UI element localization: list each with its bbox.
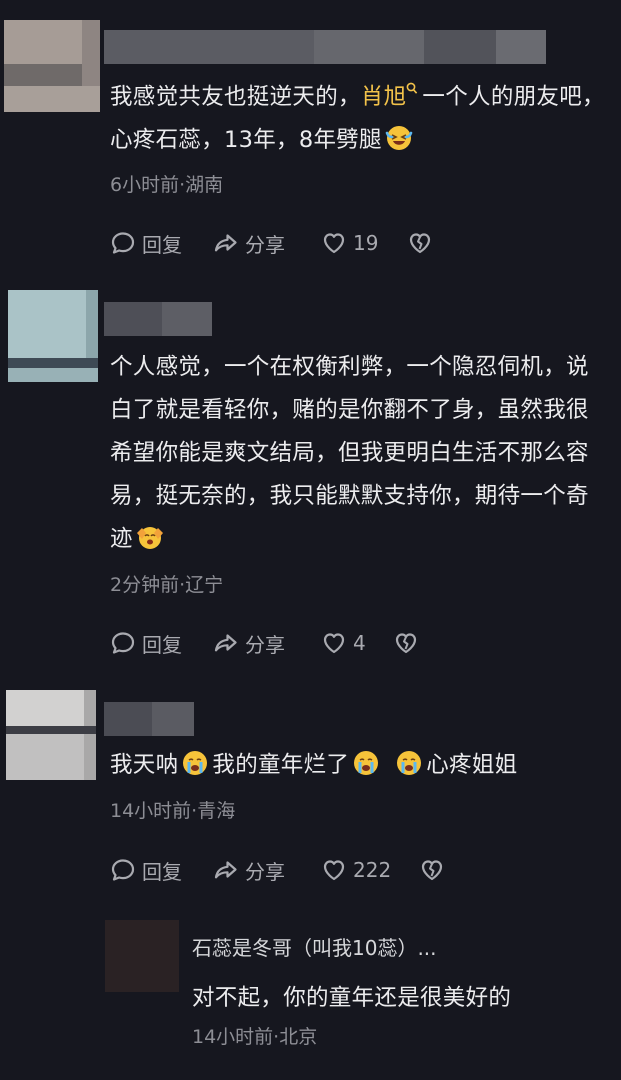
share-label: 分享 xyxy=(245,859,285,884)
comment-bubble-icon xyxy=(110,630,136,656)
avatar-block xyxy=(6,726,96,734)
reply-button[interactable]: 回复 xyxy=(110,229,213,258)
like-button[interactable]: 4 xyxy=(321,630,393,656)
comment-bubble-icon xyxy=(110,857,136,883)
dislike-button[interactable] xyxy=(419,857,445,883)
comment-text-part: 我感觉共友也挺逆天的， xyxy=(110,84,361,110)
comment-meta: 14小时前·青海 xyxy=(110,800,236,822)
blur-segment xyxy=(496,30,546,64)
crying-face-emoji-icon xyxy=(354,750,379,775)
reply-author[interactable]: 石蕊是冬哥（叫我10蕊）... xyxy=(192,932,437,961)
avatar-block xyxy=(84,690,96,780)
like-count: 222 xyxy=(353,858,392,882)
comment-text-part: 个人感觉，一个在权衡利弊，一个隐忍伺机，说白了就是看轻你，赌的是你翻不了身，虽然… xyxy=(110,354,589,552)
comment-text-part: 我的童年烂了 xyxy=(212,752,350,778)
mention-link[interactable]: 肖旭 xyxy=(361,82,423,110)
comment-text-part: 心疼姐姐 xyxy=(426,752,518,778)
reply-avatar[interactable] xyxy=(105,920,179,992)
share-arrow-icon xyxy=(213,230,239,256)
avatar[interactable] xyxy=(6,690,96,780)
blur-segment xyxy=(152,702,194,736)
avatar-block xyxy=(8,368,98,382)
broken-heart-icon xyxy=(407,230,433,256)
share-label: 分享 xyxy=(245,232,285,257)
comment-text: 我感觉共友也挺逆天的，肖旭 一个人的朋友吧，心疼石蕊，13年，8年劈腿 xyxy=(110,76,606,162)
reply-label: 回复 xyxy=(142,632,182,657)
broken-heart-icon xyxy=(419,857,445,883)
comment-text-part: 我天呐 xyxy=(110,752,179,778)
broken-heart-icon xyxy=(393,630,419,656)
avatar-block xyxy=(6,734,84,780)
reply-label: 回复 xyxy=(142,859,182,884)
crying-face-emoji-icon xyxy=(183,750,208,775)
avatar-block xyxy=(4,86,100,112)
dislike-button[interactable] xyxy=(407,230,433,256)
reply-button[interactable]: 回复 xyxy=(110,856,213,885)
comment-actions: 回复 分享 4 xyxy=(110,628,419,658)
heart-icon xyxy=(321,630,347,656)
avatar-block xyxy=(4,20,82,64)
username-blurred[interactable] xyxy=(104,302,212,336)
blur-segment xyxy=(314,30,424,64)
avatar[interactable] xyxy=(4,20,100,112)
like-count: 4 xyxy=(353,631,366,655)
blur-segment xyxy=(424,30,496,64)
blur-segment xyxy=(104,302,162,336)
comment-actions: 回复 分享 19 xyxy=(110,228,433,258)
dislike-button[interactable] xyxy=(393,630,419,656)
comment-meta: 6小时前·湖南 xyxy=(110,174,224,196)
comment-text: 我天呐 我的童年烂了 心疼姐姐 xyxy=(110,744,606,787)
share-button[interactable]: 分享 xyxy=(213,856,321,885)
comment-meta: 2分钟前·辽宁 xyxy=(110,574,224,596)
reply-label: 回复 xyxy=(142,232,182,257)
share-arrow-icon xyxy=(213,630,239,656)
share-button[interactable]: 分享 xyxy=(213,229,321,258)
like-button[interactable]: 19 xyxy=(321,230,407,256)
like-count: 19 xyxy=(353,231,379,255)
reply-text: 对不起，你的童年还是很美好的 xyxy=(192,985,512,1011)
blur-segment xyxy=(162,302,212,336)
avatar[interactable] xyxy=(8,290,98,382)
avatar-block xyxy=(8,358,98,368)
blur-segment xyxy=(104,30,314,64)
share-button[interactable]: 分享 xyxy=(213,629,321,658)
laughing-crying-emoji-icon xyxy=(385,125,413,150)
crying-face-emoji-icon xyxy=(397,750,422,775)
heart-icon xyxy=(321,857,347,883)
comment-actions: 回复 分享 222 xyxy=(110,855,445,885)
like-button[interactable]: 222 xyxy=(321,857,419,883)
mention-name[interactable]: 肖旭 xyxy=(361,84,407,110)
search-icon xyxy=(407,82,418,94)
username-blurred[interactable] xyxy=(104,30,546,64)
avatar-block xyxy=(6,690,84,726)
reply-meta: 14小时前·北京 xyxy=(192,1026,318,1048)
cheering-emoji-icon xyxy=(136,526,163,549)
blur-segment xyxy=(104,702,152,736)
share-arrow-icon xyxy=(213,857,239,883)
share-label: 分享 xyxy=(245,632,285,657)
avatar-block xyxy=(8,290,86,358)
reply-button[interactable]: 回复 xyxy=(110,629,213,658)
heart-icon xyxy=(321,230,347,256)
username-blurred[interactable] xyxy=(104,702,194,736)
comment-bubble-icon xyxy=(110,230,136,256)
comment-text: 个人感觉，一个在权衡利弊，一个隐忍伺机，说白了就是看轻你，赌的是你翻不了身，虽然… xyxy=(110,346,606,561)
